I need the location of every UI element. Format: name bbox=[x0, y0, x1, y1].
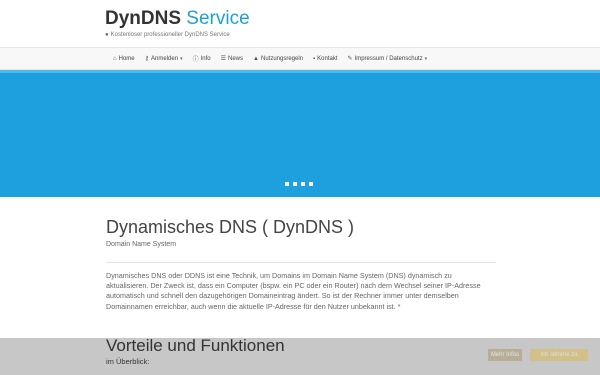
key-icon: ⚷ bbox=[144, 56, 150, 62]
warning-icon: ▲ bbox=[253, 55, 259, 62]
nav-item-info[interactable]: ⓘ Info bbox=[188, 48, 216, 69]
nav-item-news[interactable]: ☰ News bbox=[216, 48, 248, 69]
main-navigation: ⌂ Home ⚷ Anmelden ▾ ⓘ Info ☰ News ▲ Nutzungsregeln… bbox=[0, 47, 600, 70]
hero-top-stripe bbox=[0, 70, 600, 73]
info-icon: ⓘ bbox=[192, 57, 199, 63]
site-tagline: ● Kostenloser professioneller DynDNS Ser… bbox=[105, 32, 600, 38]
slider-dot[interactable] bbox=[301, 182, 305, 186]
section-title: Vorteile und Funktionen bbox=[106, 336, 285, 355]
wrench-icon: ✎ bbox=[347, 56, 353, 62]
site-logo[interactable]: DynDNS Service bbox=[105, 8, 600, 30]
brand-name: DynDNS bbox=[105, 8, 182, 29]
divider bbox=[106, 262, 496, 263]
nav-item-nutzungsregeln[interactable]: ▲ Nutzungsregeln bbox=[248, 48, 308, 69]
nav-item-impressum-datenschutz[interactable]: ✎ Impressum / Datenschutz ▾ bbox=[343, 48, 433, 69]
globe-icon: ● bbox=[105, 32, 109, 38]
slider-dot[interactable] bbox=[309, 182, 313, 186]
nav-item-label: Home bbox=[118, 55, 135, 62]
nav-item-label: News bbox=[228, 55, 244, 62]
slider-indicators bbox=[285, 182, 313, 186]
nav-item-label: Anmelden bbox=[151, 55, 179, 62]
caret-down-icon: ▾ bbox=[180, 55, 183, 62]
list-icon: ☰ bbox=[220, 56, 227, 62]
page-subtitle: Domain Name System bbox=[106, 241, 177, 248]
contact-icon: ▪ bbox=[313, 55, 316, 62]
nav-item-home[interactable]: ⌂ Home bbox=[108, 48, 140, 69]
nav-item-label: Impressum / Datenschutz bbox=[354, 55, 423, 62]
section-subtitle: im Überblick: bbox=[106, 357, 150, 366]
tagline-text: Kostenloser professioneller DynDNS Servi… bbox=[110, 32, 230, 38]
slider-dot[interactable] bbox=[293, 182, 297, 186]
home-icon: ⌂ bbox=[113, 55, 117, 62]
main-content: Dynamisches DNS ( DynDNS ) Domain Name S… bbox=[106, 216, 496, 312]
page-title: Dynamisches DNS ( DynDNS ) bbox=[106, 217, 355, 237]
nav-item-label: Nutzungsregeln bbox=[260, 55, 304, 62]
nav-item-label: Kontakt bbox=[317, 55, 338, 62]
cookie-more-info-button[interactable]: Mehr Infos bbox=[488, 349, 522, 361]
slider-dot[interactable] bbox=[285, 182, 289, 186]
cookie-accept-button[interactable]: Ich stimme zu bbox=[530, 349, 588, 361]
brand-service: Service bbox=[186, 8, 250, 29]
hero-slider bbox=[0, 70, 600, 197]
nav-item-anmelden[interactable]: ⚷ Anmelden ▾ bbox=[140, 48, 188, 69]
nav-item-label: Info bbox=[200, 55, 211, 62]
intro-paragraph: Dynamisches DNS oder DDNS ist eine Techn… bbox=[106, 271, 481, 311]
nav-item-kontakt[interactable]: ▪ Kontakt bbox=[308, 48, 343, 69]
caret-down-icon: ▾ bbox=[424, 55, 428, 62]
site-header: DynDNS Service ● Kostenloser professione… bbox=[0, 0, 600, 47]
